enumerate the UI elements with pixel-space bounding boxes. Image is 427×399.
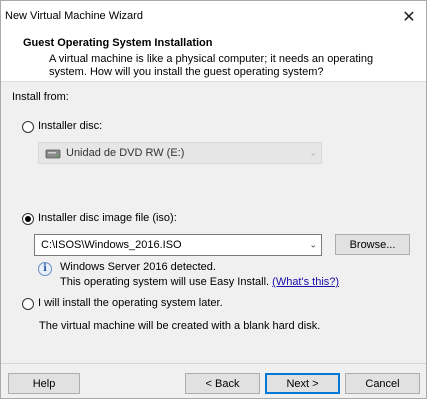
installer-disc-value: Unidad de DVD RW (E:) bbox=[66, 147, 185, 159]
iso-image-label[interactable]: Installer disc image file (iso): bbox=[38, 212, 177, 224]
install-later-label[interactable]: I will install the operating system late… bbox=[38, 297, 223, 309]
chevron-down-icon: ⌄ bbox=[309, 147, 317, 158]
easy-install-line: This operating system will use Easy Inst… bbox=[60, 276, 339, 288]
next-button[interactable]: Next > bbox=[265, 373, 340, 394]
iso-path-value: C:\ISOS\Windows_2016.ISO bbox=[41, 239, 182, 251]
whats-this-link[interactable]: (What's this?) bbox=[272, 276, 339, 288]
help-button[interactable]: Help bbox=[8, 373, 80, 394]
wizard-header: Guest Operating System Installation A vi… bbox=[1, 32, 426, 82]
window-title: New Virtual Machine Wizard bbox=[5, 10, 143, 22]
page-title: Guest Operating System Installation bbox=[23, 37, 213, 49]
dvd-drive-icon bbox=[45, 149, 61, 159]
install-later-radio[interactable] bbox=[22, 298, 34, 310]
wizard-content: Install from: Installer disc: Unidad de … bbox=[1, 83, 426, 363]
iso-path-combobox[interactable]: C:\ISOS\Windows_2016.ISO ⌄ bbox=[34, 234, 322, 256]
close-button[interactable]: ✕ bbox=[394, 1, 424, 32]
blank-disk-note: The virtual machine will be created with… bbox=[39, 320, 321, 332]
wizard-window: New Virtual Machine Wizard ✕ Guest Opera… bbox=[0, 0, 427, 399]
info-icon: i bbox=[38, 262, 52, 276]
installer-disc-label[interactable]: Installer disc: bbox=[38, 120, 102, 132]
installer-disc-radio[interactable] bbox=[22, 121, 34, 133]
installer-disc-dropdown: Unidad de DVD RW (E:) ⌄ bbox=[38, 142, 322, 164]
close-icon: ✕ bbox=[402, 8, 416, 26]
browse-button[interactable]: Browse... bbox=[335, 234, 410, 255]
title-bar: New Virtual Machine Wizard ✕ bbox=[1, 1, 426, 32]
os-detected-text: Windows Server 2016 detected. bbox=[60, 261, 216, 273]
page-description: A virtual machine is like a physical com… bbox=[49, 53, 374, 78]
chevron-down-icon[interactable]: ⌄ bbox=[309, 240, 317, 251]
install-from-label: Install from: bbox=[12, 91, 69, 103]
back-button[interactable]: < Back bbox=[185, 373, 260, 394]
cancel-button[interactable]: Cancel bbox=[345, 373, 420, 394]
easy-install-text: This operating system will use Easy Inst… bbox=[60, 276, 270, 288]
iso-image-radio[interactable] bbox=[22, 213, 34, 225]
footer-divider bbox=[1, 363, 426, 364]
